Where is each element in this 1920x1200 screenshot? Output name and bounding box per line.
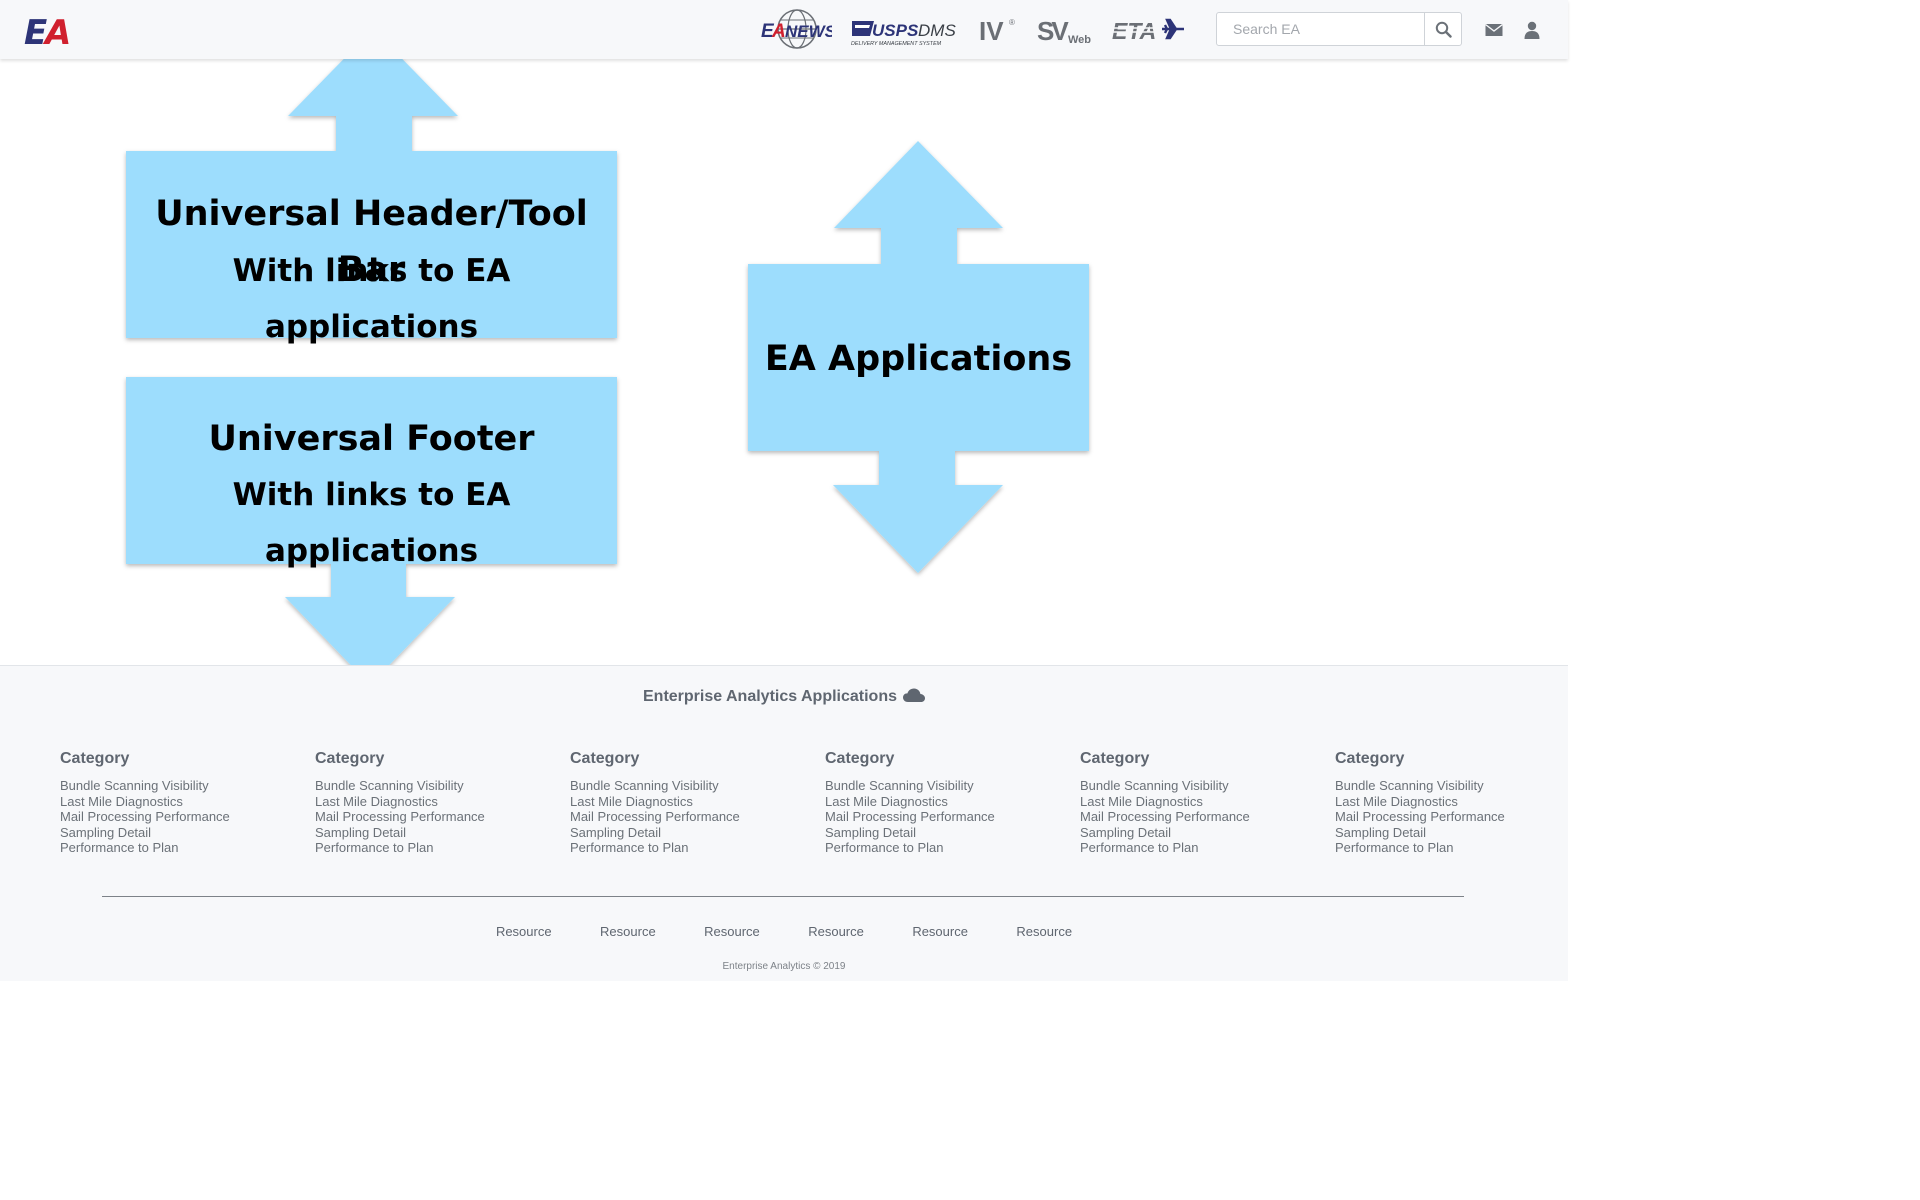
universal-footer: Enterprise Analytics Applications Catego… xyxy=(0,665,1568,981)
resource-link[interactable]: Resource xyxy=(808,924,864,939)
category-link[interactable]: Sampling Detail xyxy=(570,825,810,841)
user-button[interactable] xyxy=(1521,19,1543,41)
category-heading: Category xyxy=(1335,750,1405,767)
usps-dms-logo-icon: USPS DMS DELIVERY MANAGEMENT SYSTEM xyxy=(851,21,956,47)
svg-text:E: E xyxy=(24,13,47,48)
apps-box-title: EA Applications xyxy=(764,339,1073,379)
universal-header: E A E A NEWS USPS DMS DELIVERY MANAGEMEN… xyxy=(0,0,1568,59)
category-link[interactable]: Mail Processing Performance xyxy=(1335,809,1575,825)
footer-box-subtitle: With links to EA applications xyxy=(232,477,511,569)
svg-text:®: ® xyxy=(1009,18,1015,27)
sv-web-logo-icon: SV Web xyxy=(1037,16,1091,46)
svg-text:Web: Web xyxy=(1068,34,1091,46)
svg-text:NEWS: NEWS xyxy=(785,22,832,41)
category-link[interactable]: Performance to Plan xyxy=(1335,840,1575,856)
header-box-subtitle: With links to EA applications xyxy=(232,253,511,345)
category-link[interactable]: Sampling Detail xyxy=(1335,825,1575,841)
category-column: Category Bundle Scanning Visibility Last… xyxy=(60,750,300,856)
resource-link[interactable]: Resource xyxy=(704,924,760,939)
search-input[interactable] xyxy=(1217,13,1425,45)
footer-box-title: Universal Footer xyxy=(208,419,535,459)
category-link[interactable]: Last Mile Diagnostics xyxy=(1080,794,1320,810)
category-heading: Category xyxy=(315,750,385,767)
copyright: Enterprise Analytics © 2019 xyxy=(722,961,846,972)
category-link[interactable]: Mail Processing Performance xyxy=(315,809,555,825)
mail-icon xyxy=(1485,23,1503,36)
category-link[interactable]: Sampling Detail xyxy=(60,825,300,841)
eta-link[interactable]: ETA xyxy=(1110,8,1186,52)
svg-text:USPS: USPS xyxy=(872,21,919,40)
ea-news-logo-icon: E A NEWS xyxy=(761,9,832,49)
ea-logo[interactable]: E A xyxy=(24,12,74,53)
cloud-icon xyxy=(903,688,925,708)
category-link[interactable]: Performance to Plan xyxy=(315,840,555,856)
svg-text:A: A xyxy=(42,13,71,48)
category-column: Category Bundle Scanning Visibility Last… xyxy=(1080,750,1320,856)
category-link[interactable]: Mail Processing Performance xyxy=(570,809,810,825)
svg-text:SV: SV xyxy=(1037,16,1069,46)
resource-links: Resource Resource Resource Resource Reso… xyxy=(0,923,1568,941)
category-link[interactable]: Bundle Scanning Visibility xyxy=(315,778,555,794)
category-column: Category Bundle Scanning Visibility Last… xyxy=(1335,750,1575,856)
category-link[interactable]: Last Mile Diagnostics xyxy=(60,794,300,810)
search-icon xyxy=(1435,21,1452,38)
category-heading: Category xyxy=(60,750,130,767)
category-link[interactable]: Performance to Plan xyxy=(60,840,300,856)
category-link[interactable]: Bundle Scanning Visibility xyxy=(60,778,300,794)
category-link[interactable]: Sampling Detail xyxy=(1080,825,1320,841)
svg-text:IV: IV xyxy=(979,16,1004,46)
search-button[interactable] xyxy=(1424,13,1461,45)
footer-title: Enterprise Analytics Applications xyxy=(0,688,1568,708)
category-column: Category Bundle Scanning Visibility Last… xyxy=(570,750,810,856)
category-link[interactable]: Mail Processing Performance xyxy=(825,809,1065,825)
category-link[interactable]: Bundle Scanning Visibility xyxy=(825,778,1065,794)
search-box xyxy=(1216,12,1462,46)
category-heading: Category xyxy=(1080,750,1150,767)
category-link[interactable]: Mail Processing Performance xyxy=(60,809,300,825)
category-link[interactable]: Last Mile Diagnostics xyxy=(570,794,810,810)
category-heading: Category xyxy=(570,750,640,767)
usps-dms-link[interactable]: USPS DMS DELIVERY MANAGEMENT SYSTEM xyxy=(850,8,960,52)
category-link[interactable]: Bundle Scanning Visibility xyxy=(570,778,810,794)
footer-divider xyxy=(102,896,1464,897)
eta-logo-icon: ETA xyxy=(1110,18,1184,44)
ea-news-link[interactable]: E A NEWS xyxy=(760,8,832,52)
category-link[interactable]: Mail Processing Performance xyxy=(1080,809,1320,825)
sv-web-link[interactable]: SV Web xyxy=(1036,8,1092,52)
category-link[interactable]: Sampling Detail xyxy=(825,825,1065,841)
category-link[interactable]: Bundle Scanning Visibility xyxy=(1335,778,1575,794)
category-heading: Category xyxy=(825,750,895,767)
category-link[interactable]: Performance to Plan xyxy=(1080,840,1320,856)
category-link[interactable]: Last Mile Diagnostics xyxy=(1335,794,1575,810)
ea-logo-icon: E A xyxy=(24,13,71,53)
category-link[interactable]: Sampling Detail xyxy=(315,825,555,841)
user-icon xyxy=(1524,21,1540,39)
category-link[interactable]: Bundle Scanning Visibility xyxy=(1080,778,1320,794)
category-column: Category Bundle Scanning Visibility Last… xyxy=(315,750,555,856)
category-column: Category Bundle Scanning Visibility Last… xyxy=(825,750,1065,856)
iv-logo-icon: IV ® xyxy=(979,16,1015,46)
svg-text:DMS: DMS xyxy=(918,21,956,40)
footer-title-text: Enterprise Analytics Applications xyxy=(643,688,897,705)
category-link[interactable]: Performance to Plan xyxy=(570,840,810,856)
mail-button[interactable] xyxy=(1483,19,1505,41)
category-link[interactable]: Last Mile Diagnostics xyxy=(315,794,555,810)
iv-link[interactable]: IV ® xyxy=(978,8,1018,52)
resource-link[interactable]: Resource xyxy=(600,924,656,939)
resource-link[interactable]: Resource xyxy=(912,924,968,939)
svg-text:DELIVERY MANAGEMENT SYSTEM: DELIVERY MANAGEMENT SYSTEM xyxy=(851,41,942,47)
main-content: Universal Header/Tool Bar With links to … xyxy=(0,29,1568,685)
category-link[interactable]: Last Mile Diagnostics xyxy=(825,794,1065,810)
svg-text:ETA: ETA xyxy=(1112,18,1156,44)
resource-link[interactable]: Resource xyxy=(1016,924,1072,939)
category-link[interactable]: Performance to Plan xyxy=(825,840,1065,856)
svg-text:A: A xyxy=(771,21,786,42)
resource-link[interactable]: Resource xyxy=(496,924,552,939)
